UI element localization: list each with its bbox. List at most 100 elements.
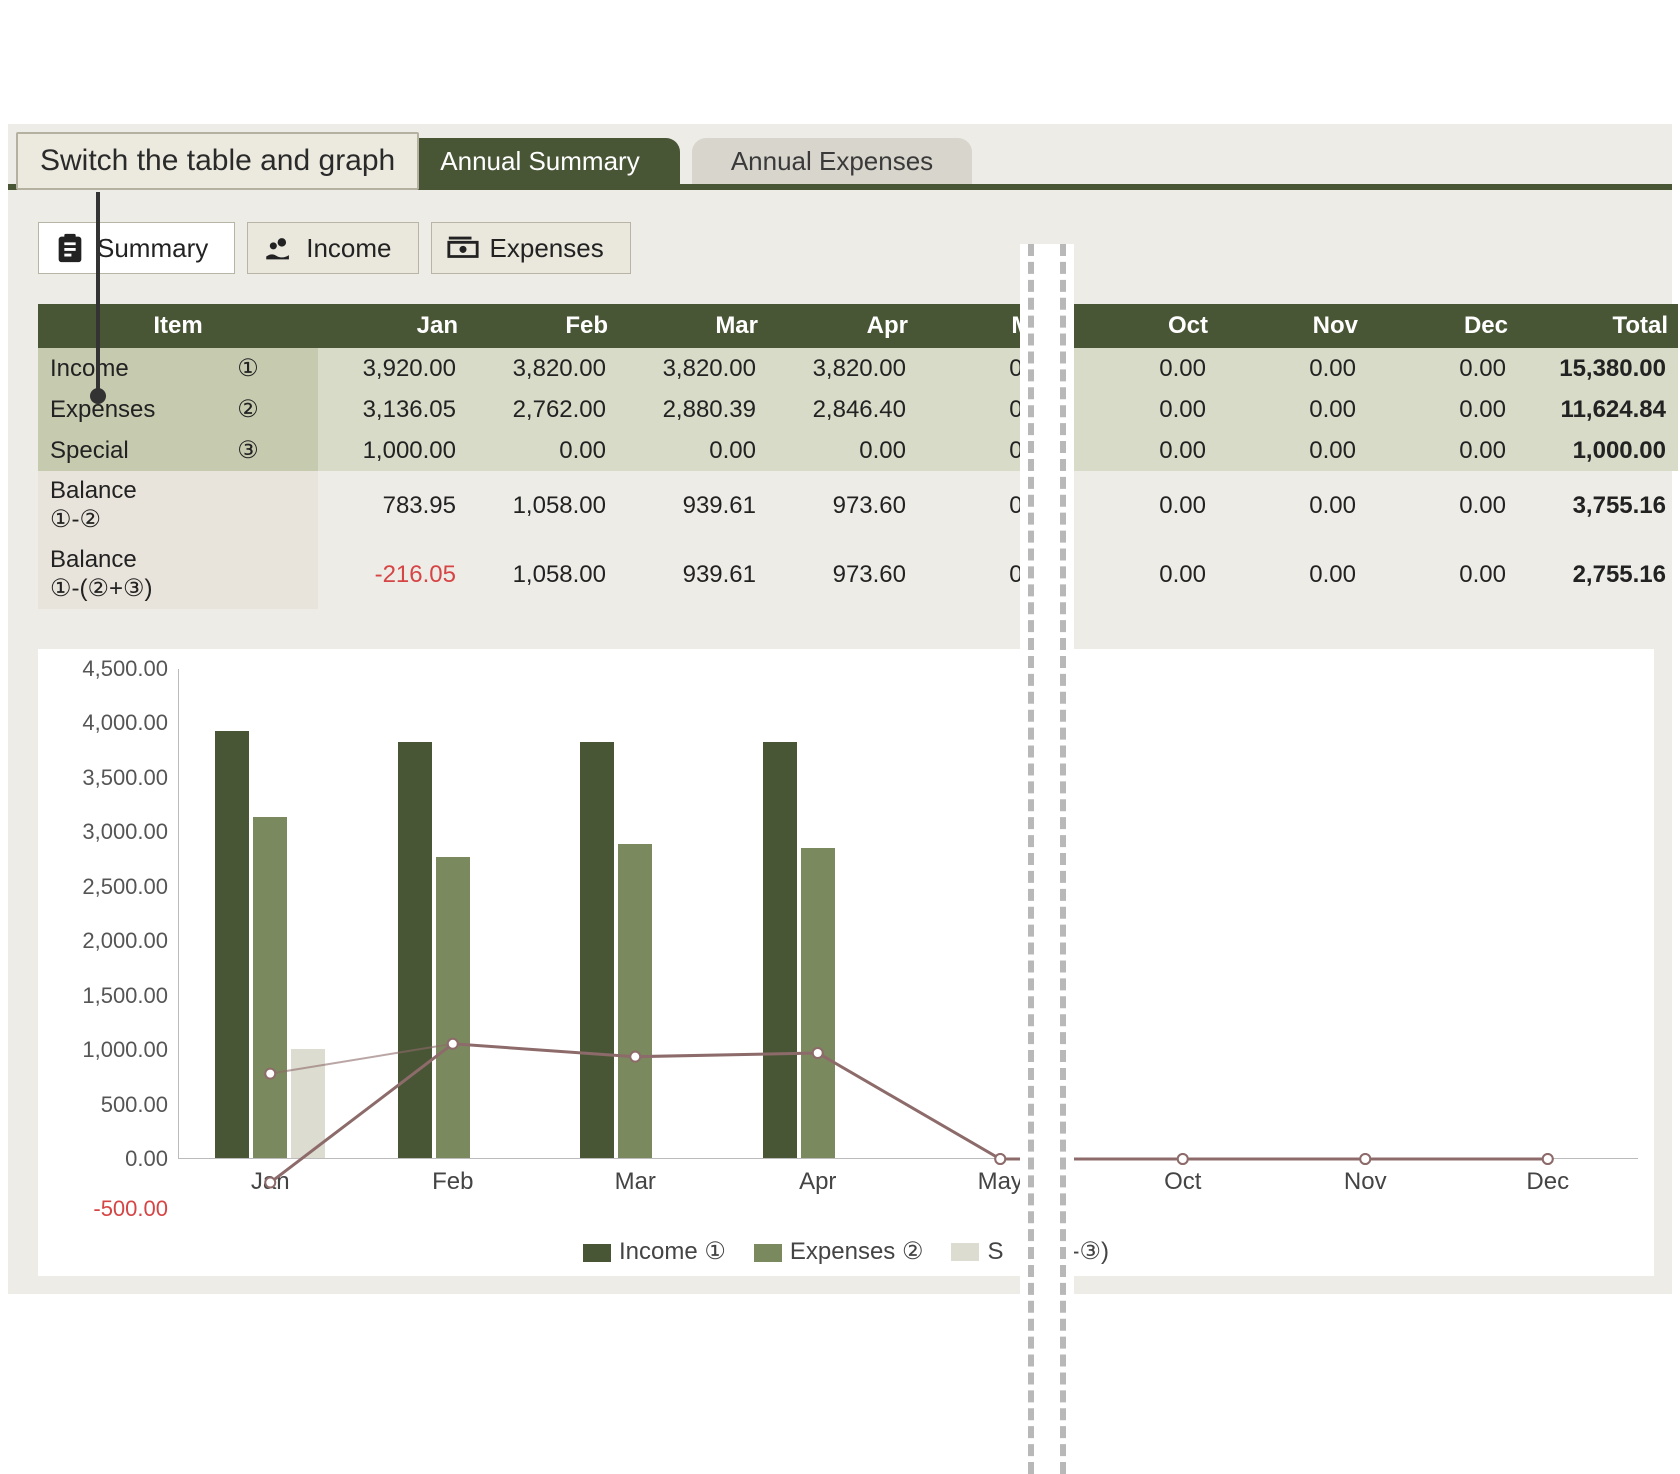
- th-oct: Oct: [1068, 304, 1218, 348]
- cell-value: 0.00: [618, 430, 768, 471]
- cell-total: 2,755.16: [1518, 540, 1678, 609]
- cell-label: Expenses: [38, 389, 178, 430]
- cell-index: ②: [178, 389, 318, 430]
- cell-value: 0.00: [1068, 430, 1218, 471]
- th-dec: Dec: [1368, 304, 1518, 348]
- cell-label: Balance ①-②: [38, 471, 178, 540]
- cell-value: 0.00: [1368, 471, 1518, 540]
- clipboard-icon: [53, 231, 87, 265]
- hand-coins-icon: [262, 231, 296, 265]
- cell-total: 15,380.00: [1518, 348, 1678, 389]
- cell-value: 0.00: [1068, 389, 1218, 430]
- cell-value: 0.00: [1218, 471, 1368, 540]
- cell-value: -216.05: [318, 540, 468, 609]
- callout-box: Switch the table and graph: [16, 132, 419, 190]
- row-balance-1: Balance ①-② 783.95 1,058.00 939.61 973.6…: [38, 471, 1678, 540]
- legend-item-special-right: -③): [1072, 1237, 1110, 1266]
- view-income-label: Income: [306, 233, 391, 264]
- view-expenses-button[interactable]: Expenses: [431, 222, 631, 274]
- tab-annual-expenses[interactable]: Annual Expenses: [692, 138, 972, 184]
- cell-value: 0.00: [1068, 540, 1218, 609]
- cell-value: 783.95: [318, 471, 468, 540]
- y-tick: 3,500.00: [58, 765, 168, 791]
- view-toggle-group: Summary Income Expenses: [38, 222, 1654, 274]
- summary-table: Item Jan Feb Mar Apr May Oct Nov Dec Tot…: [38, 304, 1678, 609]
- callout-pointer-line: [96, 192, 100, 392]
- cell-value: 2,880.39: [618, 389, 768, 430]
- callout-pointer-dot: [90, 388, 106, 404]
- cell-value: 0.00: [1368, 430, 1518, 471]
- th-jan: Jan: [318, 304, 468, 348]
- cash-icon: [446, 231, 480, 265]
- cell-value: 0.00: [468, 430, 618, 471]
- cell-index: ①: [178, 348, 318, 389]
- th-item: Item: [38, 304, 318, 348]
- y-tick: 1,000.00: [58, 1037, 168, 1063]
- cell-value: 0.00: [1368, 389, 1518, 430]
- cell-value: 0.00: [1218, 540, 1368, 609]
- cell-value: 0.00: [1218, 389, 1368, 430]
- y-tick: 2,000.00: [58, 928, 168, 954]
- th-feb: Feb: [468, 304, 618, 348]
- y-tick: 3,000.00: [58, 819, 168, 845]
- view-summary-label: Summary: [97, 233, 208, 264]
- cell-value: 0.00: [1068, 348, 1218, 389]
- legend-item-special-left: S: [951, 1238, 1003, 1266]
- cell-value: 3,820.00: [618, 348, 768, 389]
- cell-total: 1,000.00: [1518, 430, 1678, 471]
- view-summary-button[interactable]: Summary: [38, 222, 235, 274]
- th-apr: Apr: [768, 304, 918, 348]
- y-tick: 1,500.00: [58, 983, 168, 1009]
- y-tick: 2,500.00: [58, 874, 168, 900]
- row-income: Income ① 3,920.00 3,820.00 3,820.00 3,82…: [38, 348, 1678, 389]
- y-tick: 4,500.00: [58, 656, 168, 682]
- cell-value: 0.00: [1068, 471, 1218, 540]
- th-total: Total: [1518, 304, 1678, 348]
- cell-label: Income: [38, 348, 178, 389]
- cell-value: 2,846.40: [768, 389, 918, 430]
- tab-annual-summary[interactable]: Annual Summary: [400, 138, 680, 184]
- row-balance-2: Balance ①-(②+③) -216.05 1,058.00 939.61 …: [38, 540, 1678, 609]
- row-special: Special ③ 1,000.00 0.00 0.00 0.00 0.00 0…: [38, 430, 1678, 471]
- cell-value: 973.60: [768, 540, 918, 609]
- cell-value: 0.00: [768, 430, 918, 471]
- cell-value: 0.00: [1218, 348, 1368, 389]
- y-tick: -500.00: [58, 1196, 168, 1222]
- cell-value: 3,920.00: [318, 348, 468, 389]
- cell-value: 0.00: [1218, 430, 1368, 471]
- cell-index: [178, 540, 318, 609]
- chart-legend: Income ① Expenses ② S -③): [58, 1237, 1634, 1266]
- cell-total: 11,624.84: [1518, 389, 1678, 430]
- cell-value: 939.61: [618, 540, 768, 609]
- row-expenses: Expenses ② 3,136.05 2,762.00 2,880.39 2,…: [38, 389, 1678, 430]
- panel-body: Summary Income Expenses: [8, 190, 1672, 1294]
- cell-index: [178, 471, 318, 540]
- cell-value: 0.00: [1368, 540, 1518, 609]
- column-elision-gap: [1020, 244, 1074, 1474]
- plot-area: JanFebMarAprMayOctNovDec: [178, 669, 1638, 1159]
- cell-total: 3,755.16: [1518, 471, 1678, 540]
- annual-chart: JanFebMarAprMayOctNovDec 4,500.00 4,000.0…: [38, 649, 1654, 1276]
- cell-value: 3,820.00: [768, 348, 918, 389]
- cell-value: 973.60: [768, 471, 918, 540]
- cell-value: 3,820.00: [468, 348, 618, 389]
- cell-value: 939.61: [618, 471, 768, 540]
- cell-label: Balance ①-(②+③): [38, 540, 178, 609]
- cell-value: 2,762.00: [468, 389, 618, 430]
- y-tick: 0.00: [58, 1146, 168, 1172]
- cell-value: 0.00: [1368, 348, 1518, 389]
- y-tick: 4,000.00: [58, 710, 168, 736]
- legend-item-expenses: Expenses ②: [754, 1237, 924, 1266]
- th-mar: Mar: [618, 304, 768, 348]
- table-header-row: Item Jan Feb Mar Apr May Oct Nov Dec Tot…: [38, 304, 1678, 348]
- cell-value: 1,058.00: [468, 540, 618, 609]
- cell-label: Special: [38, 430, 178, 471]
- cell-value: 1,058.00: [468, 471, 618, 540]
- chart-lines: [179, 669, 1639, 1219]
- th-nov: Nov: [1218, 304, 1368, 348]
- legend-item-income: Income ①: [583, 1237, 726, 1266]
- view-income-button[interactable]: Income: [247, 222, 418, 274]
- cell-value: 3,136.05: [318, 389, 468, 430]
- cell-index: ③: [178, 430, 318, 471]
- view-expenses-label: Expenses: [490, 233, 604, 264]
